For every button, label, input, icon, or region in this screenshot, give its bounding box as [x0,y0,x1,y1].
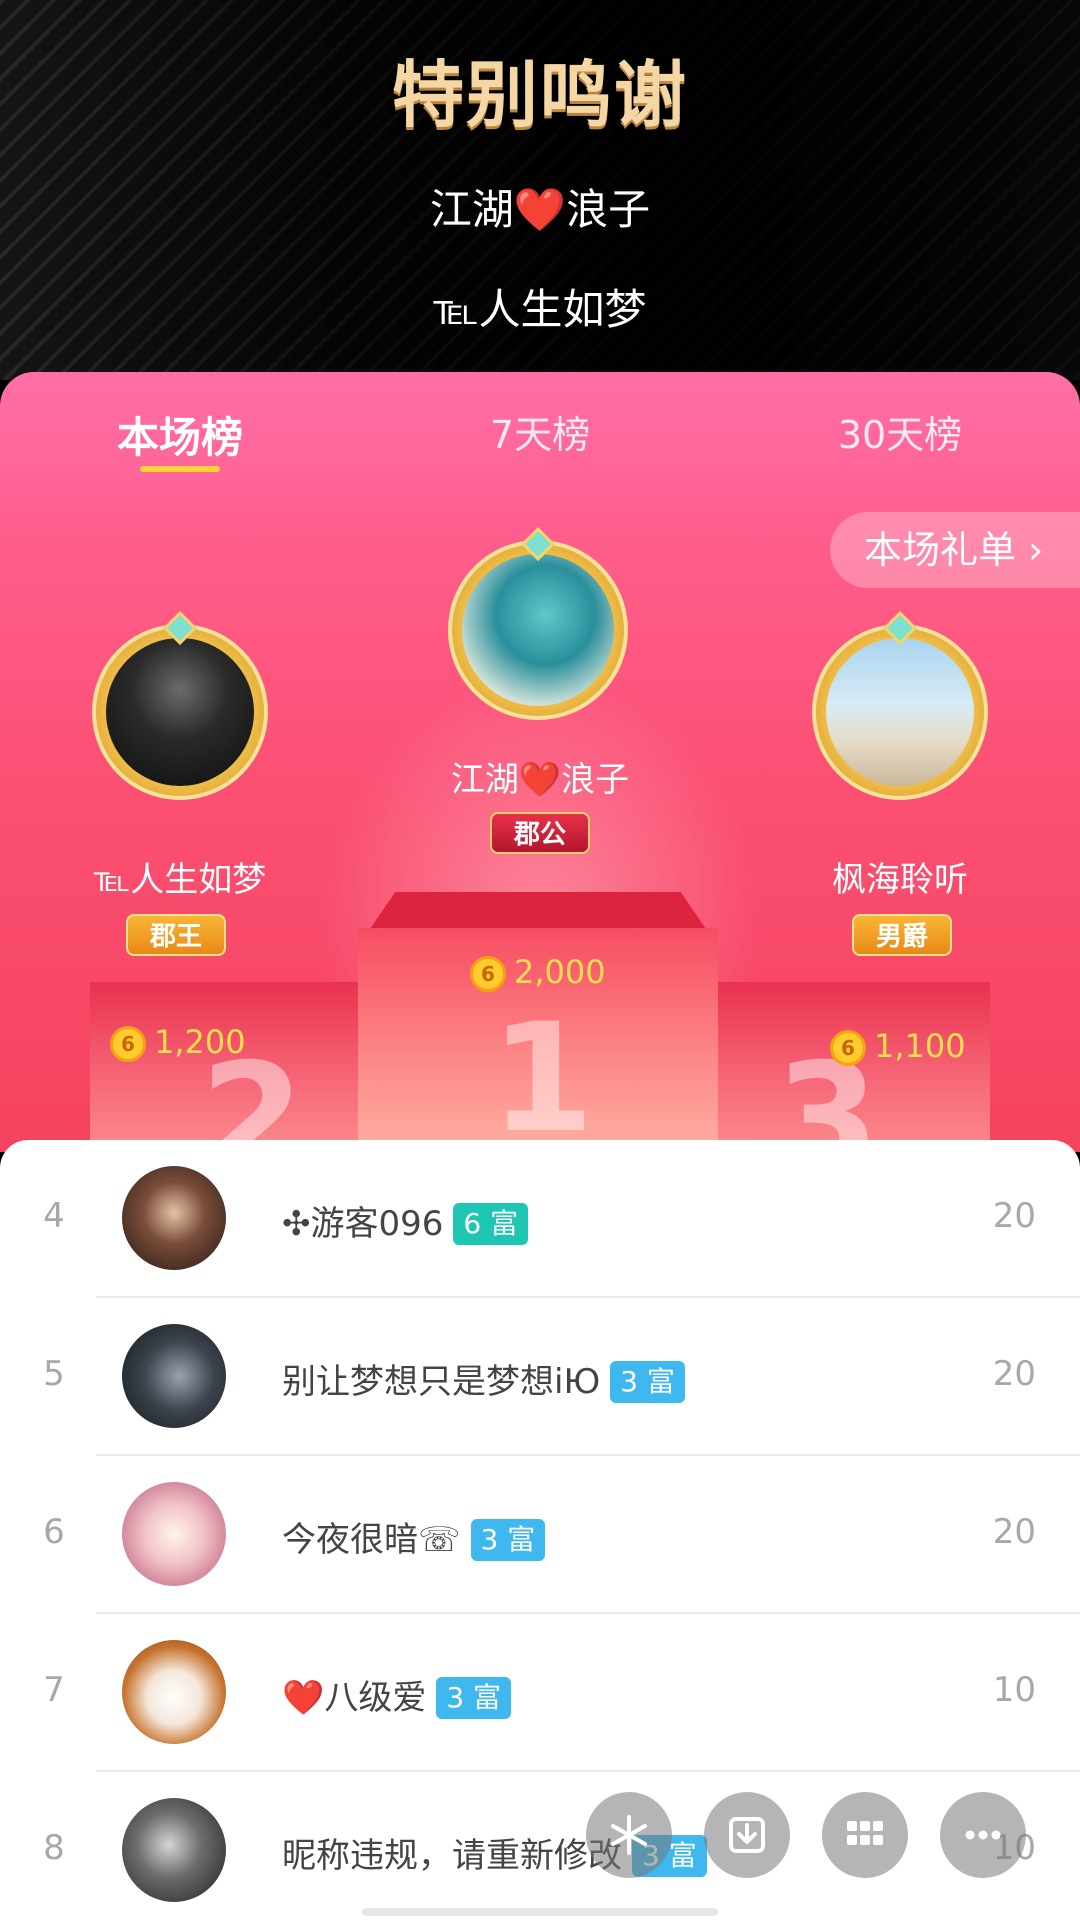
first-place-coins: 6 2,000 [470,952,606,992]
first-place-title-badge: 郡公 [490,812,591,854]
user-name: 今夜很暗☏ 3 富 [282,1512,546,1561]
download-icon [729,1817,765,1853]
first-place-name: 江湖❤️浪子 [450,760,630,800]
third-place-name: 枫海聆听 [832,860,968,900]
wealth-level-badge: 3 富 [610,1361,685,1403]
contribution-score: 20 [992,1512,1036,1552]
second-place-name: ℡人生如梦 [93,860,267,900]
wealth-level-badge: 6 富 [453,1203,529,1245]
second-place-avatar-frame[interactable] [92,624,268,800]
list-item[interactable]: 4 ✣游客096 6 富 20 [0,1140,1080,1298]
second-place-coins: 6 1,200 [110,1022,246,1062]
rank-number: 7 [43,1670,65,1710]
third-place-avatar-frame[interactable] [812,624,988,800]
tab-7-days[interactable]: 7天榜 [410,404,670,459]
download-button[interactable] [704,1792,790,1878]
user-name-text: 别让梦想只是梦想iЮ [282,1362,601,1402]
avatar[interactable] [122,1324,226,1428]
rank-number: 8 [43,1828,65,1868]
special-thanks-title: 特别鸣谢 [391,53,688,137]
home-indicator [362,1908,718,1916]
third-place-title-badge: 男爵 [852,914,953,956]
wealth-level-badge: 3 富 [436,1677,512,1719]
second-place-coin-value: 1,200 [154,1023,246,1061]
second-place-avatar [106,638,254,786]
wealth-level-badge: 3 富 [470,1519,546,1561]
rank-number: 6 [43,1512,65,1552]
list-item[interactable]: 7 ❤️八级爱 3 富 10 [0,1614,1080,1772]
tab-this-session[interactable]: 本场榜 [50,404,310,465]
third-place-coin-value: 1,100 [874,1027,966,1065]
first-place-avatar-frame[interactable] [448,540,628,720]
first-place-coin-value: 2,000 [514,953,606,991]
contribution-score: 20 [992,1354,1036,1394]
rank-number: 5 [43,1354,65,1394]
asterisk-button[interactable] [586,1792,672,1878]
coin-icon: 6 [110,1026,146,1062]
asterisk-icon [611,1815,647,1855]
user-name-text: 今夜很暗☏ [282,1520,461,1560]
thanks-name-1: 江湖❤️浪子 [429,185,651,234]
user-name-text: ✣游客096 [282,1204,444,1244]
coin-icon: 6 [470,956,506,992]
leaderboard-panel: 本场榜 7天榜 30天榜 本场礼单 › 2 1 3 江湖❤️浪子 郡公 6 2,0… [0,372,1080,1152]
list-item[interactable]: 6 今夜很暗☏ 3 富 20 [0,1456,1080,1614]
user-name-text: ❤️八级爱 [282,1678,427,1718]
podium-number-1: 1 [490,992,595,1152]
grid-button[interactable] [822,1792,908,1878]
third-place-avatar [826,638,974,786]
grid-icon [847,1821,883,1845]
podium-first-top [368,892,708,932]
thanks-name-2: ℡人生如梦 [433,285,647,334]
user-name: ❤️八级爱 3 富 [282,1670,512,1719]
ranking-tabs: 本场榜 7天榜 30天榜 [0,372,1080,500]
ranking-list: 4 ✣游客096 6 富 20 5 别让梦想只是梦想iЮ 3 富 20 6 今夜很暗… [0,1140,1080,1920]
more-icon [965,1830,1001,1840]
list-item[interactable]: 5 别让梦想只是梦想iЮ 3 富 20 [0,1298,1080,1456]
rank-number: 4 [43,1196,65,1236]
avatar[interactable] [122,1166,226,1270]
tab-30-days[interactable]: 30天榜 [770,404,1030,459]
avatar[interactable] [122,1640,226,1744]
contribution-score: 20 [992,1196,1036,1236]
contribution-score: 10 [992,1670,1036,1710]
coin-icon: 6 [830,1030,866,1066]
list-item[interactable]: 8 昵称违规，请重新修改3 富 10 [0,1772,1080,1920]
first-place-avatar [462,554,614,706]
avatar[interactable] [122,1482,226,1586]
third-place-coins: 6 1,100 [830,1026,966,1066]
gift-list-button[interactable]: 本场礼单 › [830,512,1080,588]
second-place-title-badge: 郡王 [126,914,227,956]
user-name: 别让梦想只是梦想iЮ 3 富 [282,1354,685,1403]
user-name: ✣游客096 6 富 [282,1196,529,1245]
user-name-text: 昵称违规，请重新修改 [282,1836,622,1876]
more-button[interactable] [940,1792,1026,1878]
avatar[interactable] [122,1798,226,1902]
active-tab-indicator [140,466,220,472]
